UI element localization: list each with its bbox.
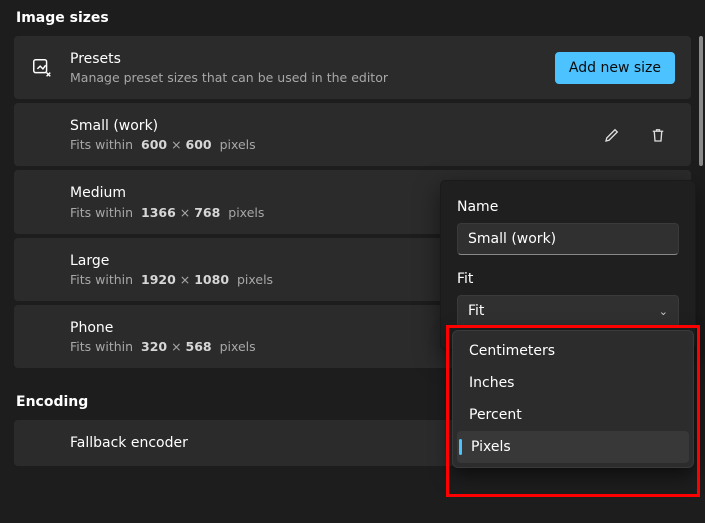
fit-label: Fit	[457, 271, 679, 287]
unit-option[interactable]: Percent	[457, 399, 689, 431]
name-input[interactable]	[457, 223, 679, 255]
unit-option[interactable]: Inches	[457, 367, 689, 399]
presets-subtitle: Manage preset sizes that can be used in …	[70, 70, 539, 85]
scrollbar[interactable]	[699, 36, 703, 166]
edit-icon[interactable]	[599, 122, 625, 148]
unit-option[interactable]: Centimeters	[457, 335, 689, 367]
presets-icon	[30, 57, 54, 79]
add-new-size-button[interactable]: Add new size	[555, 52, 675, 84]
presets-header-card: Presets Manage preset sizes that can be …	[14, 36, 691, 99]
section-title-image-sizes: Image sizes	[16, 10, 691, 26]
delete-icon[interactable]	[645, 122, 671, 148]
name-label: Name	[457, 199, 679, 215]
chevron-down-icon: ⌄	[659, 305, 668, 318]
size-row-sub: Fits within 600 × 600 pixels	[70, 137, 583, 152]
fit-select-value: Fit	[468, 303, 484, 319]
size-row[interactable]: Small (work) Fits within 600 × 600 pixel…	[14, 103, 691, 166]
presets-title: Presets	[70, 50, 539, 68]
size-row-name: Small (work)	[70, 117, 583, 135]
edit-preset-panel: Name Fit Fit ⌄	[440, 180, 696, 350]
unit-dropdown: CentimetersInchesPercentPixels	[452, 330, 694, 468]
unit-option[interactable]: Pixels	[457, 431, 689, 463]
fit-select[interactable]: Fit ⌄	[457, 295, 679, 327]
